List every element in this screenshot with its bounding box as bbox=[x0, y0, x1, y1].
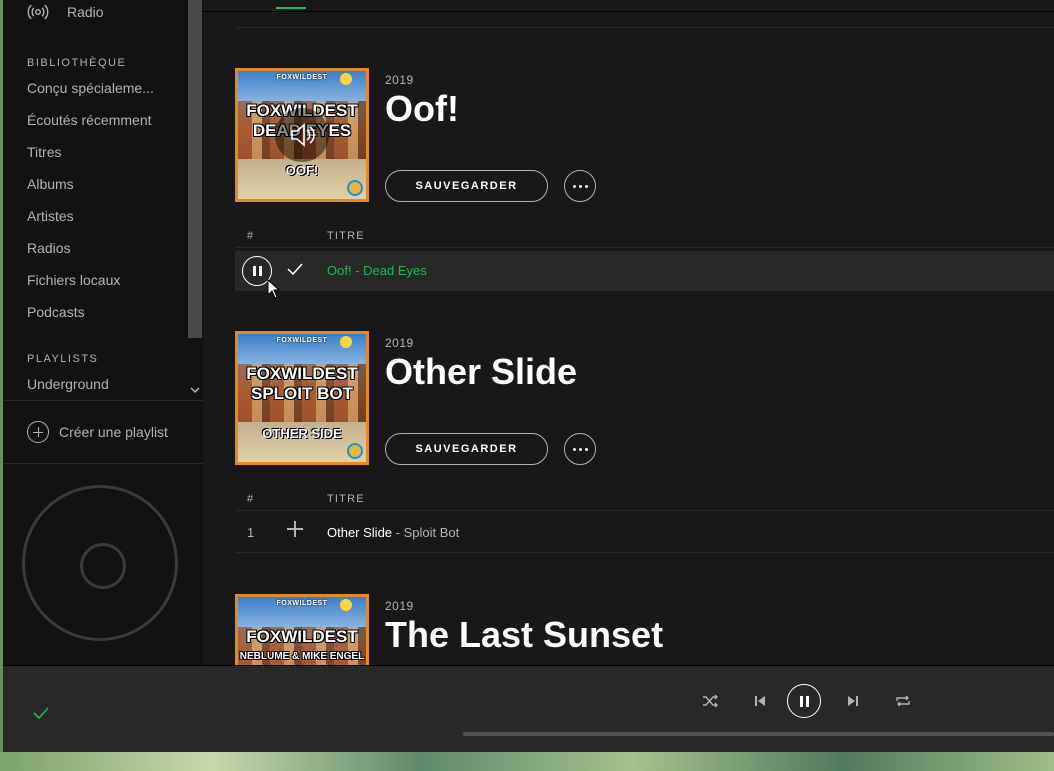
album-section: FOXWILDEST FOXWILDEST NEBLUME & MIKE ENG… bbox=[235, 594, 1054, 665]
saved-checkmark-icon[interactable] bbox=[31, 703, 51, 723]
pause-icon bbox=[252, 266, 256, 276]
spotify-window: Radio BIBLIOTHÈQUE Conçu spécialeme... É… bbox=[3, 0, 1054, 752]
cover-title-line: FOXWILDEST bbox=[246, 364, 358, 383]
nav-radio-label: Radio bbox=[67, 4, 104, 20]
active-tab-indicator bbox=[276, 7, 306, 9]
album-cover[interactable]: FOXWILDEST FOXWILDEST DEAD EYES OOF! bbox=[235, 68, 369, 202]
pause-icon bbox=[799, 695, 803, 707]
repeat-button[interactable] bbox=[886, 684, 920, 718]
cover-subtitle: OOF! bbox=[285, 163, 319, 178]
header-divider bbox=[235, 27, 1054, 28]
column-title-header[interactable]: TITRE bbox=[327, 493, 365, 505]
mouse-cursor-icon bbox=[267, 279, 281, 299]
ellipsis-icon bbox=[572, 447, 576, 451]
album-year: 2019 bbox=[385, 73, 414, 87]
track-list-header: # TITRE bbox=[235, 224, 1054, 248]
album-year: 2019 bbox=[385, 336, 414, 350]
cover-title-line: FOXWILDEST bbox=[246, 627, 358, 646]
skip-forward-icon bbox=[848, 696, 858, 706]
sidebar-item-podcasts[interactable]: Podcasts bbox=[27, 304, 85, 320]
cover-brand: FOXWILDEST bbox=[276, 600, 328, 607]
plus-circle-icon bbox=[27, 421, 49, 443]
checkmark-icon[interactable] bbox=[285, 259, 305, 279]
create-playlist-button[interactable]: Créer une playlist bbox=[27, 421, 168, 443]
library-section-title: BIBLIOTHÈQUE bbox=[27, 57, 127, 69]
add-icon[interactable] bbox=[287, 521, 303, 537]
sidebar-divider bbox=[3, 463, 203, 464]
create-playlist-label: Créer une playlist bbox=[59, 424, 168, 440]
album-year: 2019 bbox=[385, 599, 414, 613]
album-title[interactable]: Oof! bbox=[385, 88, 459, 130]
sidebar-item-stations[interactable]: Radios bbox=[27, 240, 71, 256]
nav-radio[interactable]: Radio bbox=[27, 0, 104, 24]
save-button[interactable]: SAUVEGARDER bbox=[385, 433, 548, 465]
player-bar bbox=[3, 665, 1054, 752]
shuffle-icon bbox=[703, 694, 718, 708]
skip-back-icon bbox=[755, 696, 765, 706]
previous-button[interactable] bbox=[743, 684, 777, 718]
column-number-header: # bbox=[247, 493, 255, 505]
track-list-header: # TITRE bbox=[235, 487, 1054, 511]
cover-brand: FOXWILDEST bbox=[276, 74, 328, 81]
sidebar-item-albums[interactable]: Albums bbox=[27, 176, 74, 192]
next-button[interactable] bbox=[836, 684, 870, 718]
playback-controls bbox=[693, 684, 923, 718]
track-artist[interactable]: Sploit Bot bbox=[404, 525, 460, 540]
now-playing-cover-placeholder bbox=[22, 485, 178, 641]
repeat-icon bbox=[896, 695, 910, 707]
cover-brand: FOXWILDEST bbox=[276, 337, 328, 344]
sidebar-item-local-files[interactable]: Fichiers locaux bbox=[27, 272, 120, 288]
track-artist[interactable]: Dead Eyes bbox=[363, 263, 427, 278]
cover-badge bbox=[347, 443, 363, 459]
track-separator: - bbox=[392, 525, 404, 540]
speaker-icon bbox=[275, 108, 329, 162]
desktop-background bbox=[0, 752, 1054, 771]
track-name: Other Slide - Sploit Bot bbox=[327, 525, 459, 540]
cover-subtitle: OTHER SIDE bbox=[262, 426, 342, 441]
cover-title-line: SPLOIT BOT bbox=[251, 384, 353, 403]
more-options-button[interactable] bbox=[564, 433, 596, 465]
ellipsis-icon bbox=[572, 184, 576, 188]
column-number-header: # bbox=[247, 230, 255, 242]
sidebar-item-recently-played[interactable]: Écoutés récemment bbox=[27, 112, 152, 128]
shuffle-button[interactable] bbox=[693, 684, 727, 718]
column-title-header[interactable]: TITRE bbox=[327, 230, 365, 242]
play-pause-button[interactable] bbox=[787, 684, 821, 718]
album-cover[interactable]: FOXWILDEST FOXWILDEST NEBLUME & MIKE ENG… bbox=[235, 594, 369, 665]
cover-badge bbox=[347, 180, 363, 196]
track-separator: - bbox=[351, 263, 364, 278]
album-section: FOXWILDEST FOXWILDEST SPLOIT BOT OTHER S… bbox=[235, 331, 1054, 555]
track-name: Oof! - Dead Eyes bbox=[327, 263, 427, 278]
sidebar-item-songs[interactable]: Titres bbox=[27, 144, 61, 160]
chevron-down-icon[interactable] bbox=[189, 384, 201, 396]
cover-title-line: NEBLUME & MIKE ENGEL bbox=[239, 651, 365, 662]
sidebar-item-made-for-you[interactable]: Conçu spécialeme... bbox=[27, 80, 154, 96]
track-row[interactable]: 1 Other Slide - Sploit Bot bbox=[235, 513, 1054, 553]
album-title[interactable]: The Last Sunset bbox=[385, 614, 663, 656]
track-row[interactable]: Oof! - Dead Eyes bbox=[235, 251, 1054, 291]
save-button[interactable]: SAUVEGARDER bbox=[385, 170, 548, 202]
more-options-button[interactable] bbox=[564, 170, 596, 202]
radio-icon bbox=[27, 4, 49, 20]
album-section: FOXWILDEST FOXWILDEST DEAD EYES OOF! 201… bbox=[235, 68, 1054, 292]
sidebar-divider bbox=[3, 400, 203, 401]
album-title[interactable]: Other Slide bbox=[385, 351, 577, 393]
header-divider bbox=[203, 11, 1054, 12]
track-number: 1 bbox=[247, 525, 255, 540]
sidebar-item-artists[interactable]: Artistes bbox=[27, 208, 74, 224]
playback-progress-bar[interactable] bbox=[463, 732, 1054, 736]
album-cover[interactable]: FOXWILDEST FOXWILDEST SPLOIT BOT OTHER S… bbox=[235, 331, 369, 465]
track-song[interactable]: Other Slide bbox=[327, 525, 392, 540]
sidebar-playlist-item[interactable]: Underground bbox=[27, 376, 109, 392]
playlists-section-title: PLAYLISTS bbox=[27, 353, 99, 365]
sidebar: Radio BIBLIOTHÈQUE Conçu spécialeme... É… bbox=[3, 0, 203, 665]
sidebar-scrollbar[interactable] bbox=[188, 0, 202, 338]
main-content: FOXWILDEST FOXWILDEST DEAD EYES OOF! 201… bbox=[203, 0, 1054, 665]
track-song[interactable]: Oof! bbox=[327, 263, 352, 278]
